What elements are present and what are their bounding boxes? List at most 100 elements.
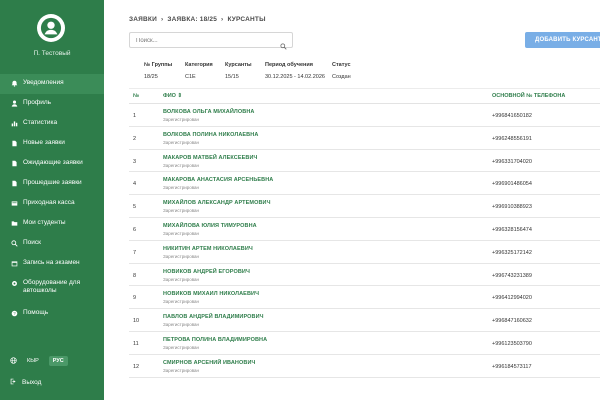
student-phone: +996184573117 xyxy=(492,363,532,370)
row-number: 2 xyxy=(133,135,137,142)
logout-icon xyxy=(10,378,22,387)
breadcrumb-request[interactable]: ЗАЯВКА: 18/25 xyxy=(167,16,217,23)
info-category: Категория C1E xyxy=(185,62,213,80)
row-number: 6 xyxy=(133,226,137,233)
sidebar-item-equipment[interactable]: Оборудование для автошколы xyxy=(0,274,104,304)
student-status: Зарегистрирован xyxy=(163,276,200,282)
breadcrumb-requests[interactable]: ЗАЯВКИ xyxy=(129,16,157,23)
info-value: Создан xyxy=(332,74,351,80)
student-name[interactable]: МИХАЙЛОВ АЛЕКСАНДР АРТЕМОВИЧ xyxy=(163,200,271,206)
student-status: Зарегистрирован xyxy=(163,208,200,214)
logout-button[interactable]: Выход xyxy=(10,378,41,387)
student-phone: +996841650182 xyxy=(492,113,532,119)
info-header: Статус xyxy=(332,62,351,68)
table-row[interactable]: 6 МИХАЙЛОВА ЮЛИЯ ТИМУРОВНА Зарегистрирован… xyxy=(129,218,600,241)
search-input[interactable] xyxy=(136,35,276,46)
info-value: 30.12.2025 - 14.02.2026 xyxy=(265,74,325,80)
student-phone: +996123503790 xyxy=(492,340,532,347)
table-row[interactable]: 10 ПАВЛОВ АНДРЕЙ ВЛАДИМИРОВИЧ Зарегистриро… xyxy=(129,309,600,332)
info-value: 15/15 xyxy=(225,74,239,80)
table-row[interactable]: 8 НОВИКОВ АНДРЕЙ ЕГОРОВИЧ Зарегистрирован +… xyxy=(129,264,600,287)
sidebar-item-help[interactable]: ? Помощь xyxy=(0,304,104,324)
avatar[interactable] xyxy=(37,14,65,42)
search-icon xyxy=(10,239,18,247)
student-name[interactable]: МИХАЙЛОВА ЮЛИЯ ТИМУРОВНА xyxy=(163,223,257,229)
student-name[interactable]: ПЕТРОВА ПОЛИНА ВЛАДИМИРОВНА xyxy=(163,337,267,343)
student-name[interactable]: ВОЛКОВА ПОЛИНА НИКОЛАЕВНА xyxy=(163,132,258,138)
user-icon xyxy=(40,17,62,39)
student-status: Зарегистрирован xyxy=(163,162,200,168)
info-status: Статус Создан xyxy=(332,62,351,80)
help-icon: ? xyxy=(10,309,18,317)
sidebar-item-label: Поиск xyxy=(23,239,42,246)
add-student-button[interactable]: ДОБАВИТЬ КУРСАНТА xyxy=(525,32,600,48)
row-number: 4 xyxy=(133,181,137,188)
student-name[interactable]: НИКИТИН АРТЕМ НИКОЛАЕВИЧ xyxy=(163,246,253,252)
info-period: Период обучения 30.12.2025 - 14.02.2026 xyxy=(265,62,325,80)
user-icon xyxy=(10,99,18,107)
student-phone: +996847160632 xyxy=(492,318,532,325)
gear-icon xyxy=(10,279,18,287)
folder-icon xyxy=(10,219,18,227)
sidebar-item-label: Статистика xyxy=(23,119,58,126)
student-status: Зарегистрирован xyxy=(163,344,200,350)
sidebar-item-label: Ожидающие заявки xyxy=(23,159,83,166)
student-status: Зарегистрирован xyxy=(163,299,200,305)
sidebar-item-exam-registration[interactable]: Запись на экзамен xyxy=(0,254,104,274)
breadcrumb: ЗАЯВКИ › ЗАЯВКА: 18/25 › КУРСАНТЫ xyxy=(129,16,268,23)
sidebar-item-label: Запись на экзамен xyxy=(23,259,80,266)
student-name[interactable]: НОВИКОВ МИХАИЛ НИКОЛАЕВИЧ xyxy=(163,291,259,297)
info-header: Период обучения xyxy=(265,62,313,68)
lang-option-kyr[interactable]: КЫР xyxy=(23,356,43,366)
sidebar-item-label: Профиль xyxy=(23,99,52,106)
sidebar-item-label: Приходная касса xyxy=(23,199,75,206)
student-status: Зарегистрирован xyxy=(163,322,200,328)
lang-option-rus[interactable]: РУС xyxy=(48,356,68,366)
student-name[interactable]: НОВИКОВ АНДРЕЙ ЕГОРОВИЧ xyxy=(163,269,250,275)
file-icon xyxy=(10,179,18,187)
table-row[interactable]: 9 НОВИКОВ МИХАИЛ НИКОЛАЕВИЧ Зарегистрирова… xyxy=(129,286,600,310)
student-name[interactable]: ПАВЛОВ АНДРЕЙ ВЛАДИМИРОВИЧ xyxy=(163,314,264,320)
student-phone: +996412994020 xyxy=(492,295,532,302)
student-name[interactable]: МАКАРОВА АНАСТАСИЯ АРСЕНЬЕВНА xyxy=(163,177,273,183)
cash-icon xyxy=(10,199,18,207)
sidebar-item-profile[interactable]: Профиль xyxy=(0,94,104,114)
sidebar-item-label: Мои студенты xyxy=(23,219,66,226)
table-row[interactable]: 5 МИХАЙЛОВ АЛЕКСАНДР АРТЕМОВИЧ Зарегистрир… xyxy=(129,195,600,218)
student-phone: +996325172142 xyxy=(492,249,532,256)
table-row[interactable]: 7 НИКИТИН АРТЕМ НИКОЛАЕВИЧ Зарегистрирован… xyxy=(129,241,600,264)
info-header: Курсанты xyxy=(225,62,252,68)
student-phone: +996331704020 xyxy=(492,158,532,165)
sidebar-item-statistics[interactable]: Статистика xyxy=(0,114,104,134)
column-header-phone: ОСНОВНОЙ № ТЕЛЕФОНА xyxy=(492,93,566,99)
calendar-icon xyxy=(10,259,18,267)
globe-icon xyxy=(10,356,17,366)
row-number: 3 xyxy=(133,158,137,165)
sidebar-item-notifications[interactable]: Уведомления xyxy=(0,74,104,94)
row-number: 7 xyxy=(133,249,137,256)
table-row[interactable]: 3 МАКАРОВ МАТВЕЙ АЛЕКСЕЕВИЧ Зарегистрирова… xyxy=(129,150,600,173)
student-phone: +996248556191 xyxy=(492,135,532,142)
sidebar-item-search[interactable]: Поиск xyxy=(0,234,104,254)
sidebar-item-new-requests[interactable]: Новые заявки xyxy=(0,134,104,154)
student-name[interactable]: МАКАРОВ МАТВЕЙ АЛЕКСЕЕВИЧ xyxy=(163,155,257,161)
language-switcher: КЫР РУС xyxy=(10,356,68,366)
sidebar-item-past-requests[interactable]: Прошедшие заявки xyxy=(0,174,104,194)
file-icon xyxy=(10,139,18,147)
chart-icon xyxy=(10,119,18,127)
table-row[interactable]: 4 МАКАРОВА АНАСТАСИЯ АРСЕНЬЕВНА Зарегистри… xyxy=(129,172,600,196)
sidebar-item-my-students[interactable]: Мои студенты xyxy=(0,214,104,234)
student-status: Зарегистрирован xyxy=(163,253,200,259)
sidebar-item-cash[interactable]: Приходная касса xyxy=(0,194,104,214)
table-row[interactable]: 1 ВОЛКОВА ОЛЬГА МИХАЙЛОВНА Зарегистрирован… xyxy=(129,104,600,127)
student-name[interactable]: ВОЛКОВА ОЛЬГА МИХАЙЛОВНА xyxy=(163,109,254,115)
row-number: 5 xyxy=(133,204,137,211)
table-row[interactable]: 12 СМИРНОВ АРСЕНИЙ ИВАНОВИЧ Зарегистрирова… xyxy=(129,355,600,378)
student-name[interactable]: СМИРНОВ АРСЕНИЙ ИВАНОВИЧ xyxy=(163,360,255,366)
table-row[interactable]: 11 ПЕТРОВА ПОЛИНА ВЛАДИМИРОВНА Зарегистрир… xyxy=(129,332,600,355)
column-header-name[interactable]: ФИО ⇕ xyxy=(163,93,182,99)
student-status: Зарегистрирован xyxy=(163,139,200,145)
search-icon[interactable] xyxy=(280,37,287,55)
table-row[interactable]: 2 ВОЛКОВА ПОЛИНА НИКОЛАЕВНА Зарегистрирова… xyxy=(129,127,600,150)
sidebar-item-pending-requests[interactable]: Ожидающие заявки xyxy=(0,154,104,174)
